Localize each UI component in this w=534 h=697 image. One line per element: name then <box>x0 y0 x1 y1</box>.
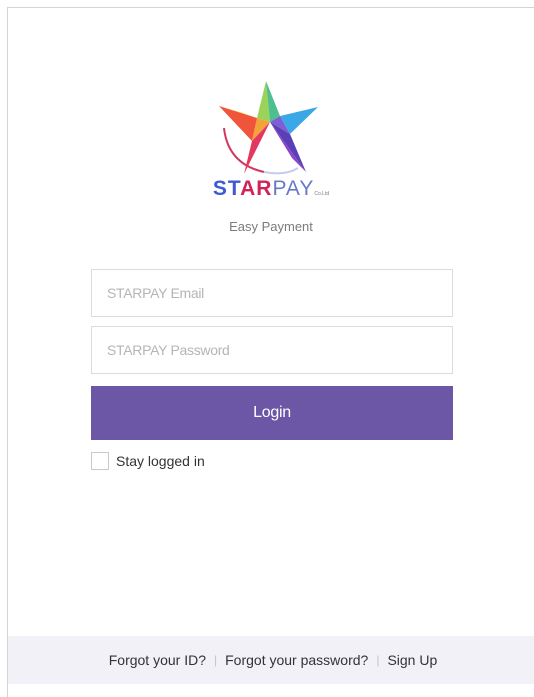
stay-logged-in[interactable]: Stay logged in <box>91 451 205 471</box>
brand-wordmark: STARPAYCo.Ltd <box>196 177 346 206</box>
forgot-id-link[interactable]: Forgot your ID? <box>109 652 206 668</box>
multicolor-star-logo-icon <box>219 81 318 175</box>
sign-up-link[interactable]: Sign Up <box>387 652 437 668</box>
brand-name-part2: AR <box>240 177 273 200</box>
brand-name-part1: ST <box>212 177 241 200</box>
brand-name-part3: PAY <box>272 177 315 200</box>
footer-separator: | <box>376 653 380 667</box>
email-field[interactable] <box>91 269 453 317</box>
login-button[interactable]: Login <box>91 386 453 440</box>
stay-logged-in-label: Stay logged in <box>116 453 205 469</box>
footer-separator: | <box>214 653 218 667</box>
password-field[interactable] <box>91 326 453 374</box>
brand-suffix: Co.Ltd <box>314 191 330 197</box>
brand-tagline: Easy Payment <box>229 219 313 234</box>
footer-links: Forgot your ID? | Forgot your password? … <box>8 636 534 684</box>
brand-logo: STARPAYCo.Ltd <box>196 76 346 206</box>
forgot-password-link[interactable]: Forgot your password? <box>225 652 368 668</box>
stay-logged-in-checkbox[interactable] <box>91 452 109 470</box>
